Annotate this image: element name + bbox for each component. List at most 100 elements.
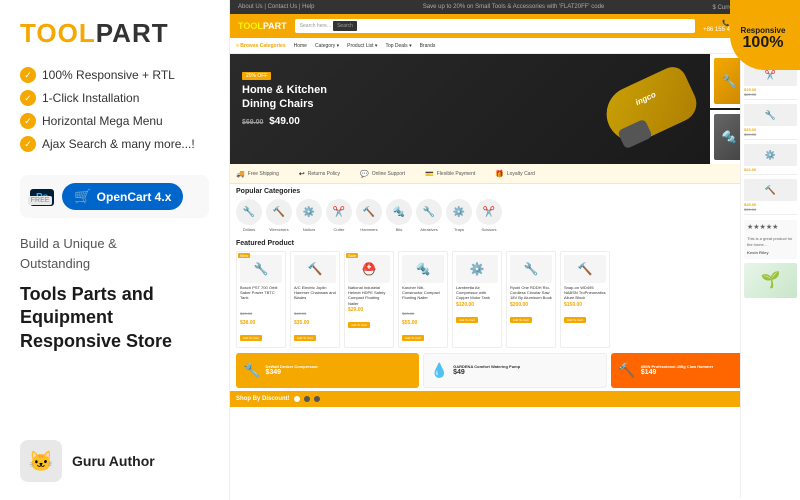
- product-6: 🔨 Snap-on WD495 NABSN TroPneumatics Allu…: [560, 251, 610, 348]
- banner-icon-0: 🔧: [243, 362, 260, 379]
- opencart-badge[interactable]: 🛒 OpenCart 4.x: [62, 183, 183, 210]
- search-button[interactable]: Search: [333, 21, 357, 31]
- featured-products-label: Featured Product: [230, 236, 800, 249]
- logo-part: PART: [96, 18, 169, 48]
- phone-icon: 📞: [722, 20, 729, 27]
- responsive-badge: Responsive 100%: [730, 0, 800, 70]
- left-panel: TOOLPART ✓ 100% Responsive + RTL ✓ 1-Cli…: [0, 0, 230, 500]
- cat-nailors[interactable]: ⚙️ Nailors: [296, 199, 322, 232]
- feature-item-1: ✓ 100% Responsive + RTL: [20, 67, 209, 83]
- ship-text: Free Shipping: [248, 171, 279, 177]
- feature-item-4: ✓ Ajax Search & many more...!: [20, 136, 209, 152]
- hero-new-price: $49.00: [269, 116, 300, 127]
- right-panel: Responsive 100% About Us | Contact Us | …: [230, 0, 800, 500]
- banner-info-0: DeWalt Decker Compressor $349: [265, 364, 318, 376]
- product-img-2: ⛑️: [348, 255, 390, 283]
- returns-text: Returns Policy: [308, 171, 340, 177]
- returns-icon: ↩: [299, 170, 305, 178]
- add-to-cart-1[interactable]: Add To Cart: [294, 335, 316, 341]
- author-avatar: 🐱: [20, 440, 62, 482]
- bottom-banner-0[interactable]: 🔧 DeWalt Decker Compressor $349: [236, 353, 419, 388]
- ship-free: 🚚 Free Shipping: [236, 170, 279, 178]
- cat-abrasives[interactable]: 🔧 Abrasives: [416, 199, 442, 232]
- cat-product-list[interactable]: Product List ▾: [347, 43, 377, 49]
- ship-loyalty: 🎁 Loyalty Card: [495, 170, 535, 178]
- feature-list: ✓ 100% Responsive + RTL ✓ 1-Click Instal…: [20, 67, 209, 159]
- add-to-cart-5[interactable]: Add To Cart: [510, 317, 532, 323]
- review-text: This is a great product for the home...: [747, 236, 794, 248]
- categories-row: 🔧 Drillars 🔨 Wrenchers ⚙️ Nailors ✂️: [230, 197, 800, 236]
- store-right-sidebar: Featured Latest Best Selling ✂️ $19.00 $…: [740, 38, 800, 498]
- bottom-banner-1[interactable]: 💧 GARDENA Comfort Watering Pump $49: [423, 353, 608, 388]
- add-to-cart-4[interactable]: Add To Cart: [456, 317, 478, 323]
- product-0: New 🔧 Bosch PST 700 Orbit Saber Power TB…: [236, 251, 286, 348]
- cat-browse[interactable]: ≡ Browse Categories: [236, 43, 286, 49]
- popular-categories-label: Popular Categories: [230, 184, 800, 197]
- ship-payment: 💳 Flexible Payment: [425, 170, 475, 178]
- build-text: Build a Unique & Outstanding: [20, 234, 209, 273]
- payment-text: Flexible Payment: [437, 171, 475, 177]
- banner-info-2: 850N Professional 450g Claw Hammer $149: [641, 364, 713, 376]
- check-icon-2: ✓: [20, 90, 36, 106]
- sidebar-decor-img: 🌱: [744, 263, 797, 298]
- cart-icon: 🛒: [74, 188, 91, 205]
- products-row: New 🔧 Bosch PST 700 Orbit Saber Power TB…: [230, 249, 800, 350]
- search-bar[interactable]: Search here... Search: [295, 19, 695, 33]
- sp-img-1: 🔧: [744, 104, 797, 126]
- author-name: Guru Author: [72, 453, 155, 469]
- top-bar-links: About Us | Contact Us | Help: [238, 4, 314, 10]
- cat-hammers[interactable]: 🔨 Hammers: [356, 199, 382, 232]
- product-1: 🔨 A/C Electric Joplin Hammer Chainsaw an…: [290, 251, 340, 348]
- loyalty-icon: 🎁: [495, 170, 504, 178]
- sidebar-product-2: ⚙️ $22.00: [744, 142, 797, 175]
- cat-brands[interactable]: Brands: [420, 43, 436, 49]
- cat-top-deals[interactable]: Top Deals ▾: [385, 43, 411, 49]
- shipping-bar: 🚚 Free Shipping ↩ Returns Policy 💬 Onlin…: [230, 164, 800, 184]
- discount-dot-2: [304, 396, 310, 402]
- cat-circle-6: 🔧: [416, 199, 442, 225]
- hero-banner: 20% OFF Home & KitchenDining Chairs $69.…: [230, 54, 800, 164]
- add-to-cart-6[interactable]: Add To Cart: [564, 317, 586, 323]
- product-2: Sale ⛑️ National Industrial Helmet HDPE …: [344, 251, 394, 348]
- cat-cutter[interactable]: ✂️ Cutter: [326, 199, 352, 232]
- ship-icon: 🚚: [236, 170, 245, 178]
- cat-drillars[interactable]: 🔧 Drillars: [236, 199, 262, 232]
- sidebar-product-3: 🔨 $45.00 $55.00: [744, 177, 797, 215]
- loyalty-text: Loyalty Card: [507, 171, 535, 177]
- review-stars: ★★★★★: [747, 223, 794, 234]
- cat-category[interactable]: Category ▾: [315, 43, 339, 49]
- banner-icon-2: 🔨: [618, 362, 635, 379]
- add-to-cart-0[interactable]: Add To Cart: [240, 335, 262, 341]
- banner-icon-1: 💧: [431, 362, 448, 379]
- payment-icon: 💳: [425, 170, 434, 178]
- product-img-6: 🔨: [564, 255, 606, 283]
- cat-bits[interactable]: 🔩 Bits: [386, 199, 412, 232]
- cat-wrenchers[interactable]: 🔨 Wrenchers: [266, 199, 292, 232]
- ship-support: 💬 Online Support: [360, 170, 405, 178]
- categories-bar: ≡ Browse Categories Home Category ▾ Prod…: [230, 38, 800, 54]
- hero-main-banner: 20% OFF Home & KitchenDining Chairs $69.…: [230, 54, 710, 164]
- author-area: 🐱 Guru Author: [20, 430, 209, 482]
- discount-dot-3: [314, 396, 320, 402]
- cat-traps[interactable]: ⚙️ Traps: [446, 199, 472, 232]
- product-img-3: 🔩: [402, 255, 444, 283]
- store-logo: TOOLPART: [238, 21, 287, 31]
- support-icon: 💬: [360, 170, 369, 178]
- cat-home[interactable]: Home: [294, 43, 307, 49]
- add-to-cart-3[interactable]: Add To Cart: [402, 335, 424, 341]
- feature-item-2: ✓ 1-Click Installation: [20, 90, 209, 106]
- product-4: ⚙️ Lambretta Air Compressor with Copper …: [452, 251, 502, 348]
- sale-badge-2: Sale: [346, 253, 358, 258]
- ship-returns: ↩ Returns Policy: [299, 170, 340, 178]
- sp-img-3: 🔨: [744, 179, 797, 201]
- add-to-cart-2[interactable]: Add To Cart: [348, 322, 370, 328]
- sale-badge-0: New: [238, 253, 250, 258]
- hero-image-area: ingco: [590, 54, 710, 164]
- cat-scissors[interactable]: ✂️ Scissors: [476, 199, 502, 232]
- cat-circle-7: ⚙️: [446, 199, 472, 225]
- logo-tool: TOOL: [20, 18, 96, 48]
- reviewer-name: Kevin Riley: [747, 250, 794, 256]
- main-wrapper: TOOLPART ✓ 100% Responsive + RTL ✓ 1-Cli…: [0, 0, 800, 500]
- support-text: Online Support: [372, 171, 405, 177]
- product-img-4: ⚙️: [456, 255, 498, 283]
